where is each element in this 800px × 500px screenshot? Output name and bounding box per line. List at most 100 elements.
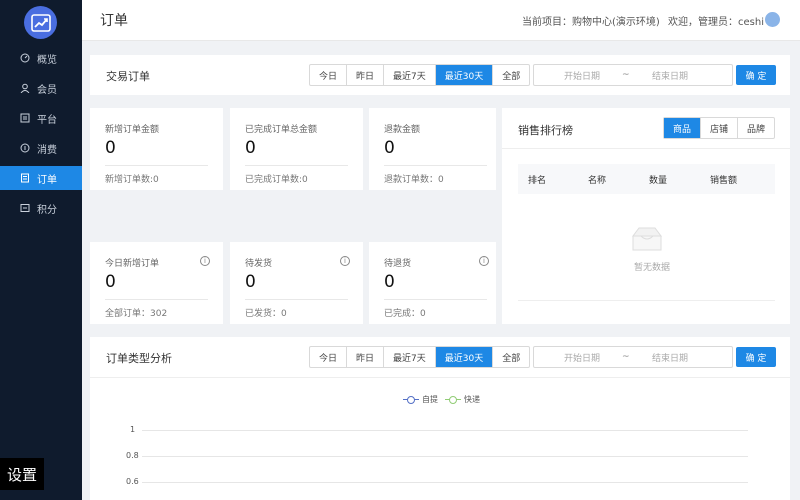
stat-label: 待退货 [384,259,412,269]
stat-card: 新增订单金额 0 新增订单数:0 [90,108,223,190]
range-today[interactable]: 今日 [310,347,348,367]
analysis-confirm-button[interactable]: 确 定 [736,347,776,367]
legend-label: 快递 [464,395,480,404]
y-tick: 1 [130,425,136,434]
trade-range-tabs: 今日 昨日 最近7天 最近30天 全部 [309,64,531,86]
date-separator: ~ [622,70,630,80]
stat-card: 退款金额 0 退款订单数：0 [369,108,496,190]
stat-value: 0 [384,272,395,292]
top-bar: 订单 当前项目：购物中心(演示环境) 欢迎，管理员：ceshi [82,0,800,41]
stat-value: 0 [105,138,116,158]
range-30days[interactable]: 最近30天 [435,65,494,85]
sales-ranking-title: 销售排行榜 [518,124,573,137]
stat-label: 已完成订单总金额 [245,125,318,135]
legend-marker [445,395,461,404]
date-start-input[interactable]: 开始日期 [564,351,600,364]
stat-sub: 已完成订单数:0 [245,175,308,185]
consume-icon [20,143,30,153]
user-icon [20,83,30,93]
grid-line [142,482,748,483]
sidebar-item-label: 会员 [37,84,57,96]
app-logo[interactable] [24,6,57,39]
trade-confirm-button[interactable]: 确 定 [736,65,776,85]
range-7days[interactable]: 最近7天 [384,347,436,367]
ranking-table-header: 排名 名称 数量 销售额 [518,164,775,194]
chart-trend-icon [30,13,51,32]
empty-text: 暂无数据 [633,263,670,273]
stat-sub: 已完成：0 [384,309,426,319]
stat-value: 0 [105,272,116,292]
range-today[interactable]: 今日 [310,65,348,85]
current-project[interactable]: 当前项目：购物中心(演示环境) [522,13,660,28]
range-all[interactable]: 全部 [493,347,529,367]
order-type-title: 订单类型分析 [106,352,172,365]
tab-goods[interactable]: 商品 [664,118,702,138]
avatar[interactable] [765,12,780,27]
legend-marker [403,395,419,404]
order-icon [20,173,30,183]
dashboard-icon [20,53,30,63]
stat-value: 0 [245,272,256,292]
column-name: 名称 [588,175,607,186]
stat-card: 今日新增订单 i 0 全部订单：302 [90,242,223,324]
sidebar-item-label: 平台 [37,114,57,126]
empty-box-icon [632,227,662,251]
points-icon [20,203,30,213]
sidebar-item-overview[interactable]: 概览 [0,46,82,70]
info-icon[interactable]: i [479,256,489,266]
info-icon[interactable]: i [340,256,350,266]
stat-card: 待发货 i 0 已发货：0 [230,242,363,324]
ranking-tabs: 商品 店铺 品牌 [663,117,776,139]
info-icon[interactable]: i [200,256,210,266]
tab-brand[interactable]: 品牌 [738,118,774,138]
sidebar-item-label: 概览 [37,54,57,66]
tab-store[interactable]: 店铺 [701,118,739,138]
date-end-input[interactable]: 结束日期 [652,69,688,82]
sidebar-item-order[interactable]: 订单 [0,166,82,190]
date-separator: ~ [622,352,630,362]
range-yesterday[interactable]: 昨日 [347,65,385,85]
welcome-text: 欢迎，管理员：ceshi [668,17,764,28]
grid-line [142,456,748,457]
legend-label: 自提 [422,395,438,404]
stat-value: 0 [245,138,256,158]
sidebar-item-label: 积分 [37,204,57,216]
range-all[interactable]: 全部 [493,65,529,85]
sidebar-item-member[interactable]: 会员 [0,76,82,100]
stat-sub: 退款订单数：0 [384,175,444,185]
sales-ranking-panel: 销售排行榜 商品 店铺 品牌 排名 名称 数量 销售额 暂无数据 [502,108,790,324]
stat-value: 0 [384,138,395,158]
stat-label: 今日新增订单 [105,259,160,269]
y-tick: 0.6 [126,477,139,486]
order-type-panel: 订单类型分析 今日 昨日 最近7天 最近30天 全部 开始日期 ~ 结束日期 确… [90,337,790,500]
sidebar: 概览 会员 平台 消费 订单 积分 设置 [0,0,82,500]
sidebar-item-platform[interactable]: 平台 [0,106,82,130]
platform-icon [20,113,30,123]
y-tick: 0.8 [126,451,139,460]
trade-order-title: 交易订单 [106,70,150,83]
page-title: 订单 [100,13,128,29]
stat-label: 新增订单金额 [105,125,160,135]
settings-button[interactable]: 设置 [0,458,44,490]
stat-label: 退款金额 [384,125,421,135]
legend-self-pickup[interactable]: 自提 [403,394,438,405]
column-rank: 排名 [528,175,547,186]
column-sales: 销售额 [710,175,738,186]
analysis-date-range[interactable]: 开始日期 ~ 结束日期 [533,346,733,368]
grid-line [142,430,748,431]
trade-order-panel: 交易订单 今日 昨日 最近7天 最近30天 全部 开始日期 ~ 结束日期 确 定 [90,55,790,95]
legend-express[interactable]: 快递 [445,394,480,405]
column-quantity: 数量 [649,175,668,186]
date-end-input[interactable]: 结束日期 [652,351,688,364]
sidebar-item-points[interactable]: 积分 [0,196,82,220]
analysis-range-tabs: 今日 昨日 最近7天 最近30天 全部 [309,346,531,368]
stat-sub: 全部订单：302 [105,309,168,319]
stat-card: 已完成订单总金额 0 已完成订单数:0 [230,108,363,190]
range-yesterday[interactable]: 昨日 [347,347,385,367]
stat-card: 待退货 i 0 已完成：0 [369,242,496,324]
sidebar-item-consume[interactable]: 消费 [0,136,82,160]
trade-date-range[interactable]: 开始日期 ~ 结束日期 [533,64,733,86]
range-7days[interactable]: 最近7天 [384,65,436,85]
range-30days[interactable]: 最近30天 [435,347,494,367]
date-start-input[interactable]: 开始日期 [564,69,600,82]
